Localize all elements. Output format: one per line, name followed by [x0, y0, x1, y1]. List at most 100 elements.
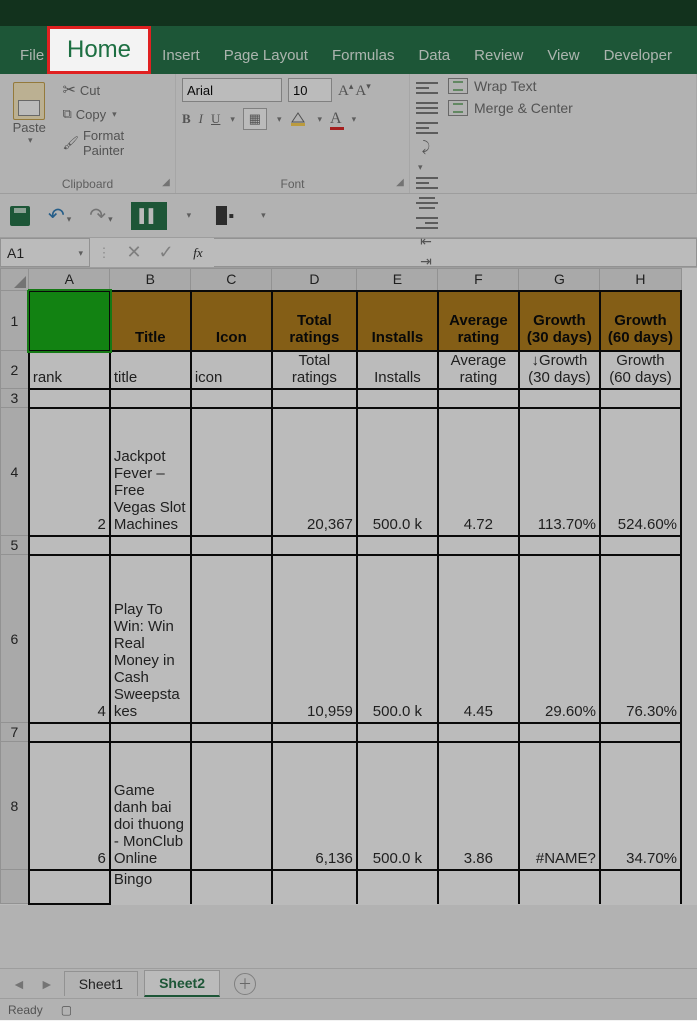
cell[interactable]: [438, 536, 519, 555]
cell[interactable]: icon: [191, 351, 272, 389]
tab-page-layout[interactable]: Page Layout: [212, 26, 320, 74]
cell[interactable]: [191, 723, 272, 742]
row-header[interactable]: 5: [1, 536, 29, 555]
chevron-down-icon[interactable]: ▾: [187, 210, 192, 221]
chevron-down-icon[interactable]: ▾: [28, 135, 33, 146]
cell[interactable]: [519, 536, 600, 555]
cell[interactable]: [191, 555, 272, 723]
cell[interactable]: [191, 408, 272, 536]
font-color-button[interactable]: A: [330, 110, 342, 128]
col-header[interactable]: C: [191, 269, 272, 291]
copy-button[interactable]: ⧉ Copy ▾: [58, 104, 169, 124]
cell[interactable]: [600, 389, 681, 408]
cell[interactable]: Average rating: [438, 351, 519, 389]
cell[interactable]: Average rating: [438, 291, 519, 351]
custom-dark-button[interactable]: ▉▪: [209, 203, 241, 229]
cell[interactable]: [519, 870, 600, 904]
cell[interactable]: rank: [29, 351, 110, 389]
font-size-select[interactable]: [288, 78, 332, 102]
dialog-launcher-icon[interactable]: ◢: [160, 178, 172, 190]
tab-review[interactable]: Review: [462, 26, 535, 74]
cell[interactable]: [600, 723, 681, 742]
row-header[interactable]: [1, 870, 29, 904]
tab-data[interactable]: Data: [406, 26, 462, 74]
cut-button[interactable]: ✂ Cut: [58, 78, 169, 102]
cell[interactable]: Growth (60 days): [600, 291, 681, 351]
cell[interactable]: [519, 389, 600, 408]
orientation-button[interactable]: ⤸: [416, 138, 436, 158]
confirm-formula-button[interactable]: ✓: [150, 238, 182, 267]
col-header[interactable]: B: [110, 269, 191, 291]
chevron-down-icon[interactable]: ▾: [317, 114, 322, 125]
align-left-button[interactable]: [416, 173, 438, 193]
cell[interactable]: [357, 389, 438, 408]
cell[interactable]: 4: [29, 555, 110, 723]
custom-green-button[interactable]: ▌▌: [131, 202, 167, 230]
paste-button[interactable]: Paste ▾: [6, 78, 52, 160]
col-header[interactable]: A: [29, 269, 110, 291]
cancel-formula-button[interactable]: ✕: [118, 238, 150, 267]
cell[interactable]: [272, 536, 357, 555]
cell[interactable]: [191, 870, 272, 904]
cell[interactable]: [191, 536, 272, 555]
cell[interactable]: [29, 536, 110, 555]
cell[interactable]: 2: [29, 408, 110, 536]
col-header[interactable]: F: [438, 269, 519, 291]
merge-center-button[interactable]: Merge & Center: [448, 100, 573, 116]
undo-button[interactable]: ↶: [48, 205, 65, 227]
row-header[interactable]: 7: [1, 723, 29, 742]
tab-insert[interactable]: Insert: [150, 26, 212, 74]
underline-button[interactable]: U: [211, 111, 220, 127]
align-bottom-button[interactable]: [416, 118, 438, 138]
cell[interactable]: [600, 536, 681, 555]
chevron-down-icon[interactable]: ▾: [418, 162, 423, 172]
tab-formulas[interactable]: Formulas: [320, 26, 407, 74]
col-header[interactable]: H: [600, 269, 681, 291]
select-all-corner[interactable]: [1, 269, 29, 291]
tab-view[interactable]: View: [535, 26, 591, 74]
cell[interactable]: Total ratings: [272, 351, 357, 389]
cell[interactable]: [519, 723, 600, 742]
cell[interactable]: Bingo: [110, 870, 191, 904]
cell[interactable]: [191, 389, 272, 408]
dialog-launcher-icon[interactable]: ◢: [394, 178, 406, 190]
font-name-select[interactable]: [182, 78, 282, 102]
cell[interactable]: 4.72: [438, 408, 519, 536]
cell[interactable]: Title: [110, 291, 191, 351]
row-header[interactable]: 8: [1, 742, 29, 870]
cell[interactable]: [357, 870, 438, 904]
chevron-down-icon[interactable]: ▾: [108, 214, 113, 224]
cell[interactable]: [438, 723, 519, 742]
cell[interactable]: 3.86: [438, 742, 519, 870]
chevron-down-icon[interactable]: ▾: [112, 109, 117, 120]
cell[interactable]: title: [110, 351, 191, 389]
cell[interactable]: 20,367: [272, 408, 357, 536]
sheet-tab-sheet2[interactable]: Sheet2: [144, 970, 220, 997]
cell[interactable]: [438, 870, 519, 904]
chevron-down-icon[interactable]: ▾: [352, 114, 357, 125]
cell[interactable]: Total ratings: [272, 291, 357, 351]
cell[interactable]: 500.0 k: [357, 408, 438, 536]
cell[interactable]: Growth (60 days): [600, 351, 681, 389]
chevron-down-icon[interactable]: ▾: [67, 214, 72, 224]
cell[interactable]: [357, 723, 438, 742]
align-top-button[interactable]: [416, 78, 438, 98]
macro-record-icon[interactable]: ▢: [61, 999, 72, 1020]
cell[interactable]: Installs: [357, 291, 438, 351]
format-painter-button[interactable]: 🖌 Format Painter: [58, 126, 169, 160]
col-header[interactable]: E: [357, 269, 438, 291]
chevron-down-icon[interactable]: ▾: [230, 114, 235, 125]
sheet-nav-right-icon[interactable]: ►: [36, 976, 58, 992]
cell[interactable]: Icon: [191, 291, 272, 351]
sheet-tab-sheet1[interactable]: Sheet1: [64, 971, 138, 996]
cell[interactable]: 500.0 k: [357, 555, 438, 723]
cell[interactable]: [272, 870, 357, 904]
cell[interactable]: Jackpot Fever – Free Vegas Slot Machines: [110, 408, 191, 536]
cell[interactable]: [600, 870, 681, 904]
cell[interactable]: [438, 389, 519, 408]
cell[interactable]: Game danh bai doi thuong - MonClub Onlin…: [110, 742, 191, 870]
cell[interactable]: #NAME?: [519, 742, 600, 870]
cell[interactable]: Growth (30 days): [519, 291, 600, 351]
cell[interactable]: 113.70%: [519, 408, 600, 536]
sheet-nav-left-icon[interactable]: ◄: [8, 976, 30, 992]
